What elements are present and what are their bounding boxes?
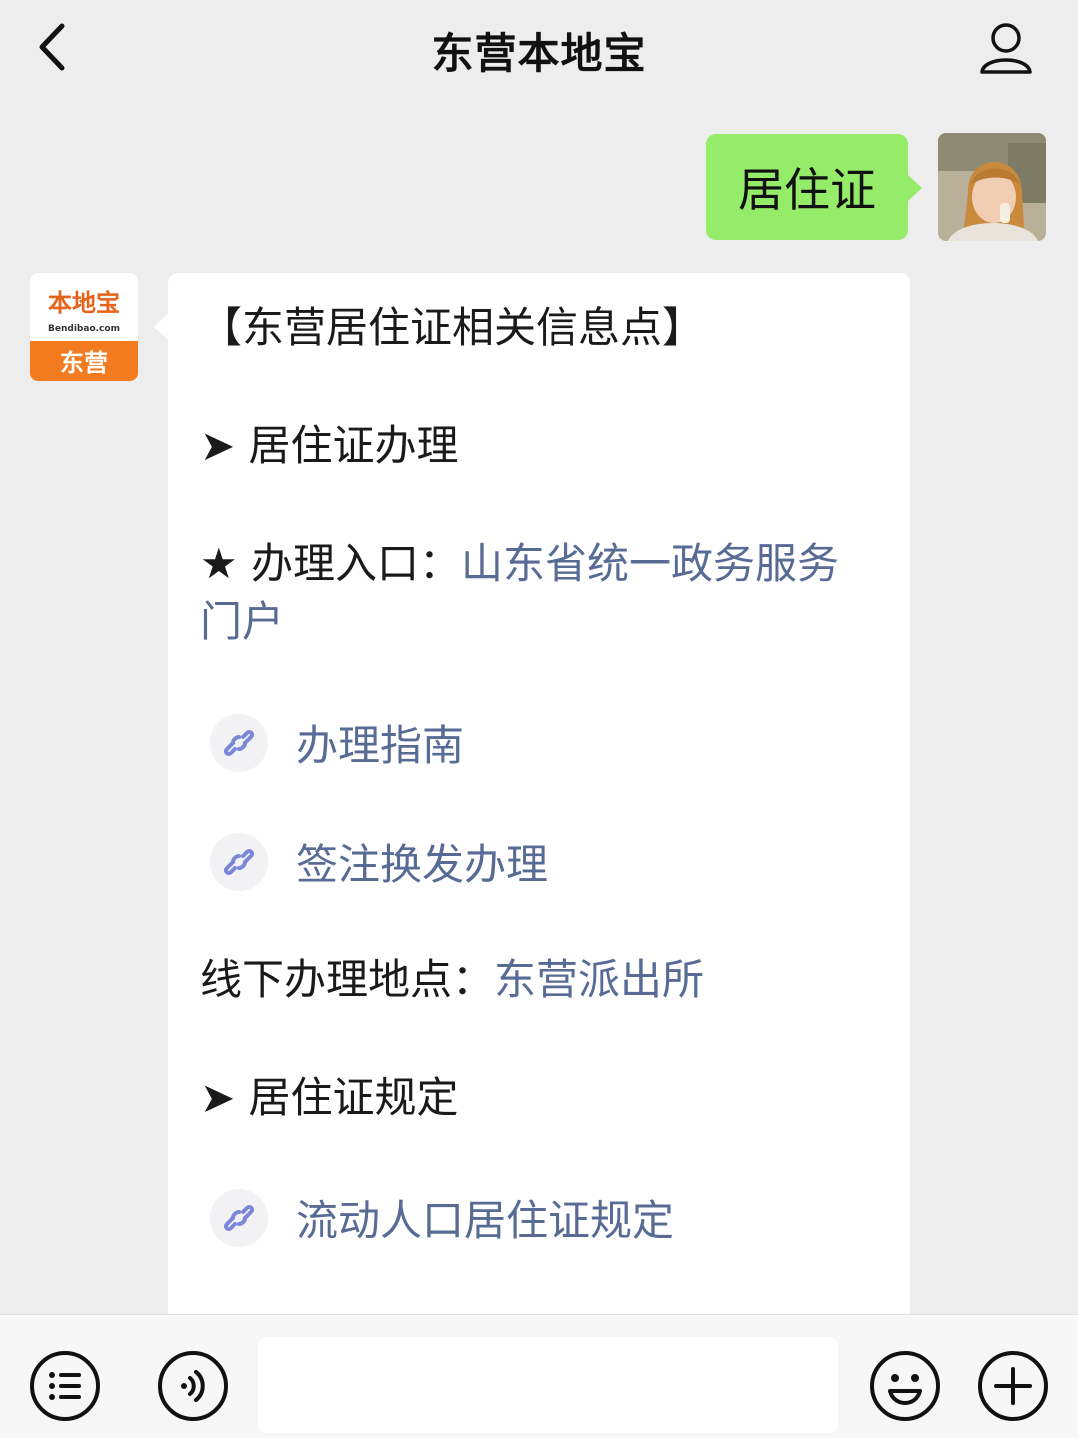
input-bar: [0, 1314, 1078, 1438]
mini-program-label: 办理指南: [296, 721, 465, 770]
mini-program-link-icon: [210, 832, 268, 891]
plus-button[interactable]: [976, 1349, 1050, 1423]
section-heading-rules: ➤ 居住证规定: [200, 1073, 459, 1122]
mini-program-endorsement[interactable]: 签注换发办理: [210, 831, 548, 892]
entry-link[interactable]: 山东省统一政务服务: [461, 539, 839, 588]
incoming-bubble[interactable]: 【东营居住证相关信息点】 ➤ 居住证办理 ★ 办理入口：山东省统一政务服务 门户…: [154, 273, 910, 1353]
emoji-button[interactable]: [868, 1349, 942, 1423]
voice-button[interactable]: [156, 1349, 230, 1423]
header: 东营本地宝: [0, 0, 1078, 100]
reply-heading: 【东营居住证相关信息点】: [200, 303, 705, 352]
offline-line: 线下办理地点：东营派出所: [200, 951, 704, 1009]
chat-screen: 东营本地宝 居住证 本地宝 Bendibao.com 东营 【东营居住证相关信息…: [0, 0, 1078, 1438]
bot-avatar[interactable]: 本地宝 Bendibao.com 东营: [30, 273, 138, 381]
bendibao-logo: 本地宝 Bendibao.com 东营: [30, 273, 138, 381]
page-title: 东营本地宝: [431, 29, 647, 78]
mini-program-guide[interactable]: 办理指南: [210, 712, 464, 773]
menu-button[interactable]: [28, 1349, 102, 1423]
mini-program-link-icon: [210, 713, 268, 772]
outgoing-text: 居住证: [738, 163, 876, 217]
offline-link[interactable]: 东营派出所: [494, 955, 704, 1004]
entry-prefix: ★ 办理入口：: [200, 539, 462, 588]
outgoing-bubble[interactable]: 居住证: [706, 134, 922, 240]
logo-city: 东营: [60, 349, 108, 377]
logo-text: 本地宝: [48, 289, 120, 317]
plus-icon: [978, 1351, 1048, 1421]
message-input[interactable]: [258, 1337, 838, 1433]
section-heading-apply: ➤ 居住证办理: [200, 421, 459, 470]
mini-program-rules[interactable]: 流动人口居住证规定: [210, 1187, 674, 1248]
entry-link-continued[interactable]: 门户: [200, 593, 284, 651]
emoji-icon: [870, 1351, 940, 1421]
mini-program-label: 流动人口居住证规定: [296, 1196, 675, 1245]
user-photo-avatar: [938, 133, 1046, 241]
person-icon: [980, 23, 1032, 74]
mini-program-label: 签注换发办理: [296, 840, 549, 889]
offline-prefix: 线下办理地点：: [200, 955, 495, 1004]
voice-icon: [158, 1351, 228, 1421]
entry-line: ★ 办理入口：山东省统一政务服务: [200, 535, 839, 593]
profile-button[interactable]: [974, 16, 1038, 80]
menu-list-icon: [30, 1351, 100, 1421]
user-avatar[interactable]: [938, 133, 1046, 241]
mini-program-link-icon: [210, 1188, 268, 1247]
logo-sub: Bendibao.com: [48, 324, 120, 334]
outgoing-message[interactable]: 居住证: [706, 134, 922, 240]
